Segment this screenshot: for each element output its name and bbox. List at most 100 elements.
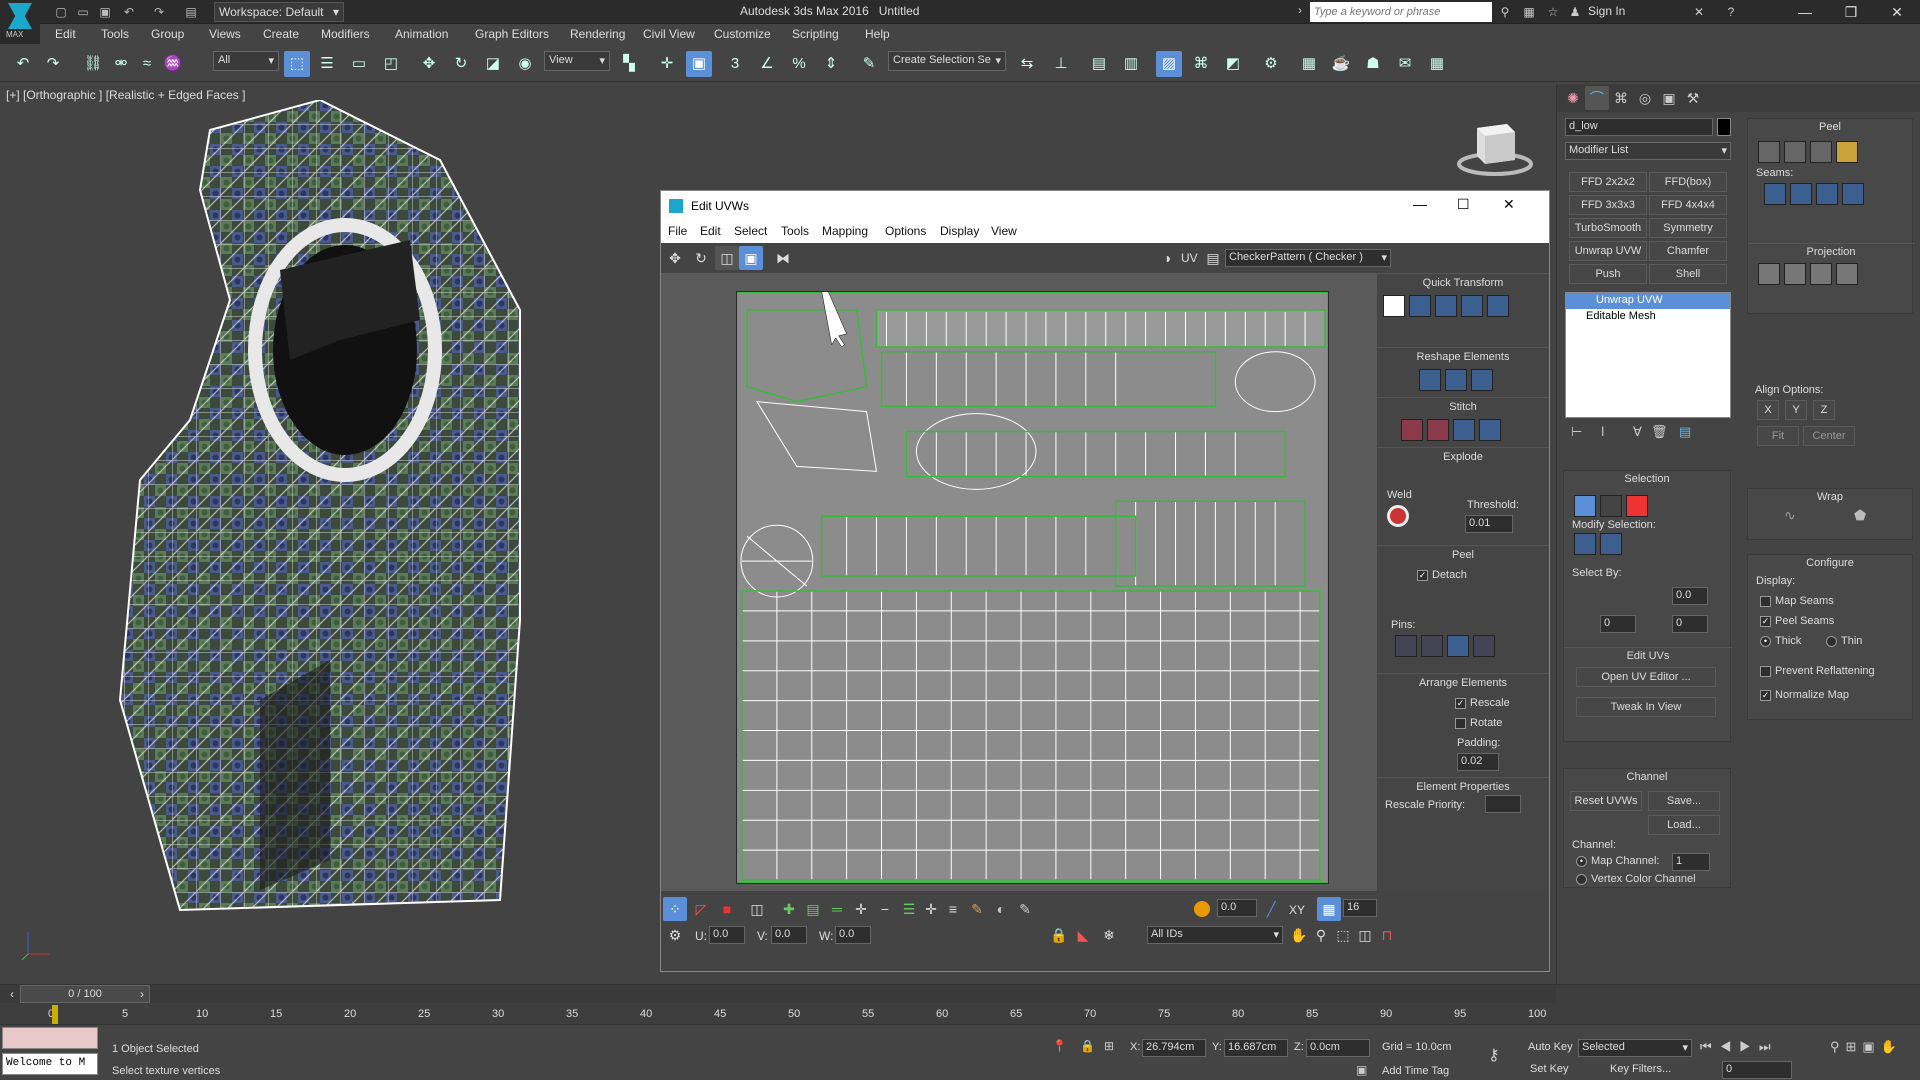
hide-icon[interactable]: ◣: [1071, 923, 1095, 947]
polygon-mode-icon[interactable]: ■: [715, 897, 739, 921]
stitch-target-icon[interactable]: [1427, 419, 1449, 441]
uv-rotate-icon[interactable]: ↻: [689, 246, 713, 270]
unpin-icon[interactable]: [1421, 635, 1443, 657]
unwrap-uvw-button[interactable]: Unwrap UVW: [1569, 241, 1647, 261]
pin-icon[interactable]: [1395, 635, 1417, 657]
soft-selection-icon[interactable]: [1194, 901, 1210, 917]
reset-uvws-button[interactable]: Reset UVWs: [1570, 791, 1642, 811]
workspace-dropdown[interactable]: Workspace: Default ▾: [214, 2, 344, 22]
uv-menu-file[interactable]: File: [668, 224, 687, 238]
save-icon[interactable]: ▣: [96, 3, 114, 21]
ffd-4x4x4-button[interactable]: FFD 4x4x4: [1649, 195, 1727, 215]
stitch-custom-icon[interactable]: [1479, 419, 1501, 441]
w-input[interactable]: 0.0: [835, 926, 871, 944]
grid-size-input[interactable]: 16: [1343, 899, 1377, 917]
freeze-icon[interactable]: ❄: [1097, 923, 1121, 947]
falloff-icon[interactable]: ╱: [1267, 901, 1275, 918]
display-tab-icon[interactable]: ▣: [1657, 86, 1681, 110]
menu-tools[interactable]: Tools: [101, 27, 129, 41]
loop-remove-icon[interactable]: ≡: [941, 897, 965, 921]
rotate-button[interactable]: ↻: [448, 51, 474, 77]
minimize-button[interactable]: —: [1782, 0, 1828, 24]
symmetry-button[interactable]: Symmetry: [1649, 218, 1727, 238]
undo-button[interactable]: ↶: [10, 51, 36, 77]
rect-selection-button[interactable]: ▭: [346, 51, 372, 77]
edit-seams-icon[interactable]: [1764, 183, 1786, 205]
edge-sel-to-seams-icon[interactable]: [1816, 183, 1838, 205]
peel-seams-checkbox[interactable]: ✓ Peel Seams: [1760, 615, 1834, 627]
reference-coord-dropdown[interactable]: View ▾: [544, 51, 610, 71]
uv-canvas[interactable]: [736, 291, 1329, 884]
maximize-button[interactable]: ☐: [1457, 196, 1470, 213]
mirror-button[interactable]: ⇆: [1014, 51, 1040, 77]
quick-transform-header[interactable]: Quick Transform: [1377, 273, 1549, 291]
menu-views[interactable]: Views: [209, 27, 241, 41]
material-editor-button[interactable]: ◩: [1220, 51, 1246, 77]
lock-icon[interactable]: 🔒: [1047, 923, 1071, 947]
key-icon[interactable]: ⚷: [1488, 1045, 1500, 1065]
map-seams-checkbox[interactable]: Map Seams: [1760, 595, 1834, 607]
star-icon[interactable]: ☆: [1544, 3, 1562, 21]
edit-named-sets-button[interactable]: ✎: [856, 51, 882, 77]
create-tab-icon[interactable]: ✺: [1561, 86, 1585, 110]
stitch-header[interactable]: Stitch: [1377, 397, 1549, 415]
ring-shrink-icon[interactable]: −: [873, 897, 897, 921]
modify-tab-icon[interactable]: ⌒: [1585, 86, 1609, 110]
thin-radio[interactable]: Thin: [1826, 635, 1862, 647]
material-id-dropdown[interactable]: All IDs ▾: [1147, 926, 1283, 944]
keyboard-shortcut-button[interactable]: ▣: [686, 51, 712, 77]
ffd-box-button[interactable]: FFD(box): [1649, 172, 1727, 192]
select-by-angle-input[interactable]: 0.0: [1672, 587, 1708, 605]
paint-shrink-icon[interactable]: ✎: [1013, 897, 1037, 921]
align-vertical-icon[interactable]: [1409, 295, 1431, 317]
peel-mode-icon[interactable]: [1784, 141, 1806, 163]
stitch-source-icon[interactable]: [1401, 419, 1423, 441]
selection-lock-icon[interactable]: 🔒: [1080, 1039, 1095, 1053]
time-slider-prev[interactable]: ‹: [10, 987, 14, 1001]
view-cube-icon[interactable]: [1455, 118, 1535, 178]
projection-header[interactable]: Projection: [1748, 243, 1914, 258]
relax-icon[interactable]: [1445, 369, 1467, 391]
link-icon[interactable]: ⛓: [80, 51, 106, 77]
named-selection-dropdown[interactable]: Create Selection Se ▾: [888, 51, 1006, 71]
modifier-list-dropdown[interactable]: Modifier List ▾: [1565, 142, 1731, 160]
menu-modifiers[interactable]: Modifiers: [321, 27, 370, 41]
hierarchy-tab-icon[interactable]: ⌘: [1609, 86, 1633, 110]
ffd-2x2x2-button[interactable]: FFD 2x2x2: [1569, 172, 1647, 192]
utilities-tab-icon[interactable]: ⚒: [1681, 86, 1705, 110]
snap-bind-icon[interactable]: ♒: [160, 51, 186, 77]
render-setup-button[interactable]: ⚙: [1258, 51, 1284, 77]
uv-show-map-icon[interactable]: ◑: [1155, 246, 1179, 270]
maxscript-listener-top[interactable]: [2, 1027, 98, 1049]
object-color-swatch[interactable]: [1717, 118, 1731, 136]
auto-pin-icon[interactable]: [1447, 635, 1469, 657]
element-mode-icon[interactable]: ◫: [745, 897, 769, 921]
box-map-icon[interactable]: [1836, 263, 1858, 285]
soft-selection-input[interactable]: 0.0: [1217, 899, 1257, 917]
stack-item-unwrap-uvw[interactable]: Unwrap UVW: [1566, 293, 1730, 309]
rotate-plus-icon[interactable]: [1461, 295, 1483, 317]
object-name-input[interactable]: d_low: [1565, 118, 1713, 136]
angle-snap-button[interactable]: ∠: [754, 51, 780, 77]
time-slider-track[interactable]: [0, 985, 1556, 1003]
time-tag-icon[interactable]: ▣: [1356, 1063, 1367, 1077]
uv-menu-tools[interactable]: Tools: [781, 224, 809, 238]
ring-grow-icon[interactable]: ✛: [849, 897, 873, 921]
planar-map-icon[interactable]: [1758, 263, 1780, 285]
space-horizontal-icon[interactable]: [1487, 295, 1509, 317]
uv-mirror-icon[interactable]: ⧓: [771, 246, 795, 270]
close-button[interactable]: ✕: [1874, 0, 1920, 24]
user-icon[interactable]: ♟: [1566, 3, 1584, 21]
menu-edit[interactable]: Edit: [55, 27, 76, 41]
exchange-icon[interactable]: ✕: [1690, 3, 1708, 21]
set-pivot-icon[interactable]: [1383, 295, 1405, 317]
vertex-color-channel-radio[interactable]: Vertex Color Channel: [1576, 873, 1696, 885]
select-by-name-button[interactable]: ☰: [314, 51, 340, 77]
maximize-button[interactable]: ❐: [1828, 0, 1874, 24]
absolute-mode-icon[interactable]: ⊞: [1104, 1039, 1114, 1053]
spherical-map-icon[interactable]: [1810, 263, 1832, 285]
open-file-icon[interactable]: ▭: [74, 3, 92, 21]
subscription-icon[interactable]: ▦: [1520, 3, 1538, 21]
checker-pattern-dropdown[interactable]: CheckerPattern ( Checker ) ▾: [1225, 249, 1391, 267]
reshape-elements-header[interactable]: Reshape Elements: [1377, 347, 1549, 365]
